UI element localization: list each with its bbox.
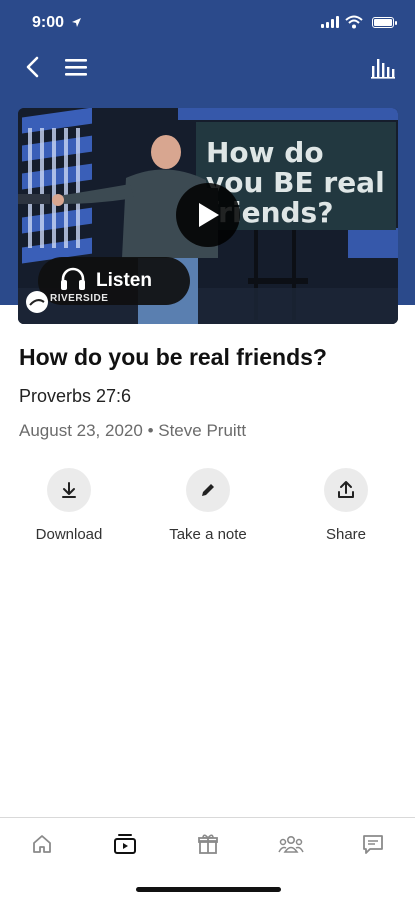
take-note-label: Take a note	[169, 526, 247, 543]
download-icon	[47, 468, 91, 512]
share-label: Share	[325, 526, 367, 543]
take-note-button[interactable]: Take a note	[148, 468, 268, 543]
cellular-signal-icon	[321, 16, 339, 28]
church-logo-icon	[26, 291, 48, 313]
hamburger-menu-icon	[65, 59, 87, 76]
status-time: 9:00	[32, 14, 65, 31]
headphones-icon	[60, 267, 86, 296]
download-label: Download	[35, 526, 103, 543]
tab-give[interactable]	[193, 830, 223, 858]
stats-button[interactable]	[370, 55, 396, 79]
home-indicator	[136, 887, 281, 892]
sermon-meta: August 23, 2020 • Steve Pruitt	[19, 421, 246, 441]
back-button[interactable]	[22, 55, 44, 79]
pencil-icon	[186, 468, 230, 512]
tab-messages[interactable]	[358, 830, 388, 858]
status-bar: 9:00	[0, 12, 415, 34]
wifi-icon	[345, 15, 363, 34]
video-thumbnail[interactable]: How do you BE real friends? Listen RIVER…	[18, 108, 398, 324]
tab-community[interactable]	[276, 830, 306, 858]
people-icon	[278, 835, 304, 853]
sermon-date: August 23, 2020	[19, 421, 143, 440]
play-icon	[199, 203, 219, 227]
home-icon	[33, 835, 51, 853]
menu-button[interactable]	[64, 57, 88, 77]
listen-label: Listen	[96, 270, 152, 291]
share-icon	[324, 468, 368, 512]
church-logo-text: RIVERSIDE	[50, 293, 109, 304]
chat-icon	[363, 835, 383, 854]
sermon-title: How do you be real friends?	[19, 344, 327, 370]
battery-icon	[372, 17, 397, 28]
scripture-reference: Proverbs 27:6	[19, 386, 132, 406]
tab-media[interactable]	[110, 830, 140, 858]
meta-separator: •	[147, 421, 154, 440]
share-button[interactable]: Share	[286, 468, 406, 543]
download-button[interactable]: Download	[9, 468, 129, 543]
sermon-speaker: Steve Pruitt	[158, 421, 247, 440]
play-button[interactable]	[176, 183, 240, 247]
location-arrow-icon	[71, 15, 82, 33]
media-icon	[114, 834, 136, 854]
svg-text:How do: How do	[206, 136, 324, 169]
bar-chart-icon	[371, 59, 395, 79]
gift-icon	[198, 834, 218, 854]
chevron-left-icon	[26, 56, 39, 78]
tab-home[interactable]	[27, 830, 57, 858]
